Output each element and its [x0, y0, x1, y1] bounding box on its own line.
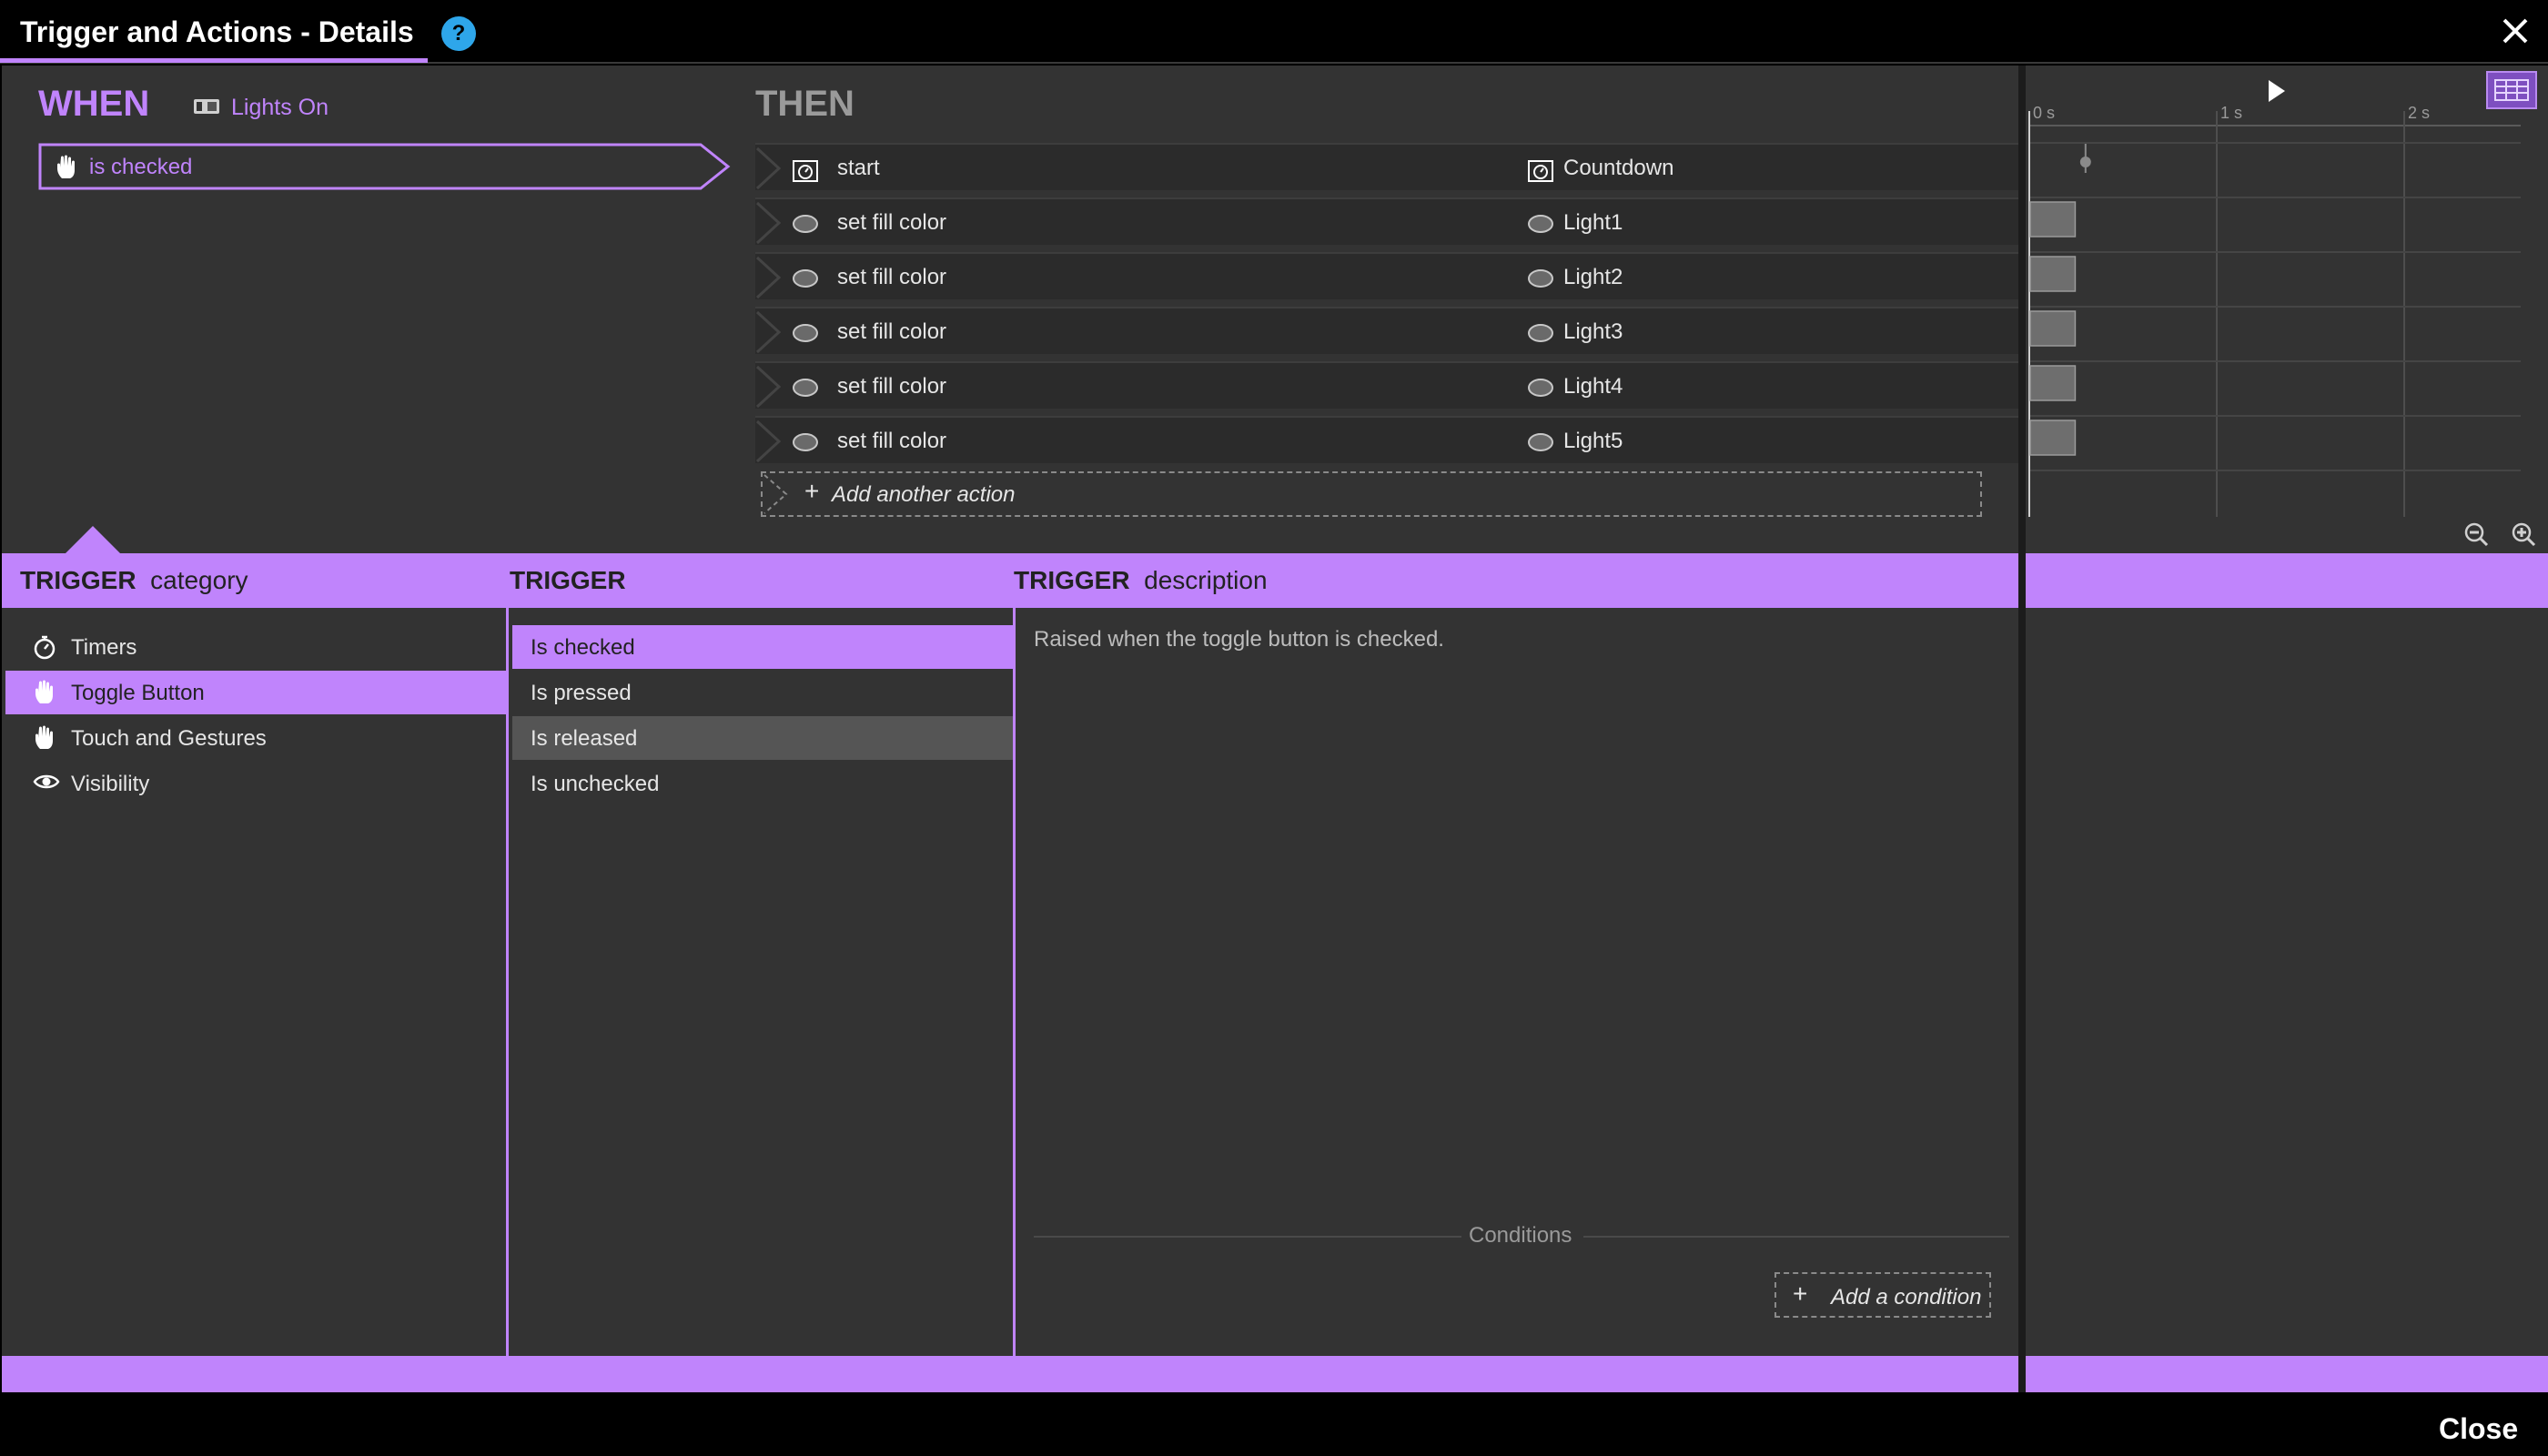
then-label: THEN	[755, 84, 854, 124]
stopwatch-icon	[33, 634, 58, 660]
category-label: Timers	[71, 635, 137, 660]
timeline-event-marker[interactable]	[2079, 157, 2091, 167]
trigger-description-text: Raised when the toggle button is checked…	[1034, 627, 1444, 652]
hand-icon	[33, 725, 58, 751]
action-row[interactable]: start Countdown	[755, 143, 2018, 190]
add-condition-label: Add a condition	[1831, 1285, 1982, 1309]
eye-icon	[33, 771, 60, 796]
trigger-label: Is pressed	[531, 681, 632, 705]
action-name[interactable]: set fill color	[837, 265, 946, 290]
ellipse-icon	[1527, 323, 1554, 343]
timeline-empty-panel	[2026, 608, 2548, 1356]
footer-band-right	[2026, 1356, 2548, 1392]
action-target[interactable]: Light1	[1563, 210, 1623, 236]
action-target[interactable]: Light5	[1563, 429, 1623, 454]
footer-bar	[0, 1392, 2548, 1456]
action-name[interactable]: set fill color	[837, 374, 946, 399]
action-row[interactable]: set fill color Light5	[755, 416, 2018, 463]
category-label: Toggle Button	[71, 681, 205, 705]
action-target[interactable]: Light4	[1563, 374, 1623, 399]
ellipse-icon	[1527, 432, 1554, 452]
ellipse-icon	[792, 323, 819, 343]
timeline-tick-label: 2 s	[2408, 104, 2430, 122]
header-band	[2, 553, 2018, 608]
action-name[interactable]: start	[837, 156, 880, 181]
trigger-item[interactable]: Is checked	[512, 625, 1013, 669]
timeline-action-bar[interactable]	[2029, 201, 2077, 238]
trigger-description-header: TRIGGER description	[1014, 566, 1268, 594]
row-chevron-icon	[755, 145, 783, 192]
timer-component-icon	[792, 159, 819, 182]
conditions-label: Conditions	[1469, 1223, 1572, 1248]
ellipse-icon	[1527, 214, 1554, 234]
add-action-label: Add another action	[832, 482, 1016, 507]
help-icon[interactable]: ?	[441, 16, 476, 51]
action-target[interactable]: Light2	[1563, 265, 1623, 290]
window-title: Trigger and Actions - Details	[20, 15, 414, 48]
header-band-right	[2026, 553, 2548, 608]
action-target[interactable]: Light3	[1563, 319, 1623, 345]
zoom-in-icon[interactable]	[2510, 521, 2537, 548]
toggle-button-icon	[193, 98, 220, 115]
ellipse-icon	[792, 268, 819, 288]
trigger-label: Is checked	[531, 635, 635, 660]
row-chevron-icon	[755, 308, 783, 356]
column-divider	[1013, 608, 1016, 1356]
trigger-item[interactable]: Is released	[512, 716, 1013, 760]
row-chevron-icon	[755, 199, 783, 247]
category-label: Touch and Gestures	[71, 726, 267, 751]
action-name[interactable]: set fill color	[837, 319, 946, 345]
timer-component-icon	[1527, 159, 1554, 182]
footer-band	[2, 1356, 2018, 1392]
ellipse-icon	[792, 214, 819, 234]
plus-icon: +	[1793, 1279, 1808, 1308]
trigger-category-header: TRIGGER category	[20, 566, 248, 594]
trigger-item[interactable]: Is unchecked	[512, 762, 1013, 805]
hand-icon	[55, 155, 78, 180]
action-name[interactable]: set fill color	[837, 210, 946, 236]
ellipse-icon	[1527, 268, 1554, 288]
hand-icon	[33, 680, 58, 705]
ellipse-icon	[792, 432, 819, 452]
splitter[interactable]	[2018, 66, 2026, 1392]
trigger-label: Is released	[531, 726, 638, 751]
trigger-label: Is unchecked	[531, 772, 660, 796]
category-item[interactable]: Visibility	[5, 762, 506, 805]
action-row[interactable]: set fill color Light4	[755, 361, 2018, 409]
plus-icon: +	[804, 477, 820, 505]
ellipse-icon	[1527, 378, 1554, 398]
ellipse-icon	[792, 378, 819, 398]
action-target[interactable]: Countdown	[1563, 156, 1673, 181]
row-chevron-icon	[755, 418, 783, 465]
conditions-divider	[1034, 1236, 1461, 1238]
action-row[interactable]: set fill color Light2	[755, 252, 2018, 299]
action-name[interactable]: set fill color	[837, 429, 946, 454]
category-item[interactable]: Touch and Gestures	[5, 716, 506, 760]
trigger-source-link[interactable]: Lights On	[231, 95, 329, 121]
timeline-action-bar[interactable]	[2029, 310, 2077, 347]
row-chevron-icon	[755, 254, 783, 301]
title-underline	[0, 58, 428, 63]
trigger-item[interactable]: Is pressed	[512, 671, 1013, 714]
selected-trigger: is checked	[89, 155, 193, 179]
action-row[interactable]: set fill color Light3	[755, 307, 2018, 354]
trigger-header: TRIGGER	[510, 566, 626, 594]
row-chevron-icon	[755, 363, 783, 410]
close-button[interactable]: Close	[2439, 1412, 2518, 1446]
column-divider	[506, 608, 509, 1356]
timeline-action-bar[interactable]	[2029, 256, 2077, 292]
timeline-tick-label: 1 s	[2220, 104, 2242, 122]
timeline-chart: 0 s 1 s 2 s	[2028, 104, 2521, 517]
timeline-action-bar[interactable]	[2029, 420, 2077, 456]
category-item[interactable]: Toggle Button	[5, 671, 506, 714]
close-icon[interactable]	[2493, 9, 2537, 53]
timeline-action-bar[interactable]	[2029, 365, 2077, 401]
when-label: WHEN	[38, 84, 150, 124]
category-label: Visibility	[71, 772, 150, 796]
action-row[interactable]: set fill color Light1	[755, 197, 2018, 245]
category-item[interactable]: Timers	[5, 625, 506, 669]
conditions-divider	[1583, 1236, 2009, 1238]
zoom-out-icon[interactable]	[2462, 521, 2490, 548]
timeline-tick-label: 0 s	[2033, 104, 2055, 122]
